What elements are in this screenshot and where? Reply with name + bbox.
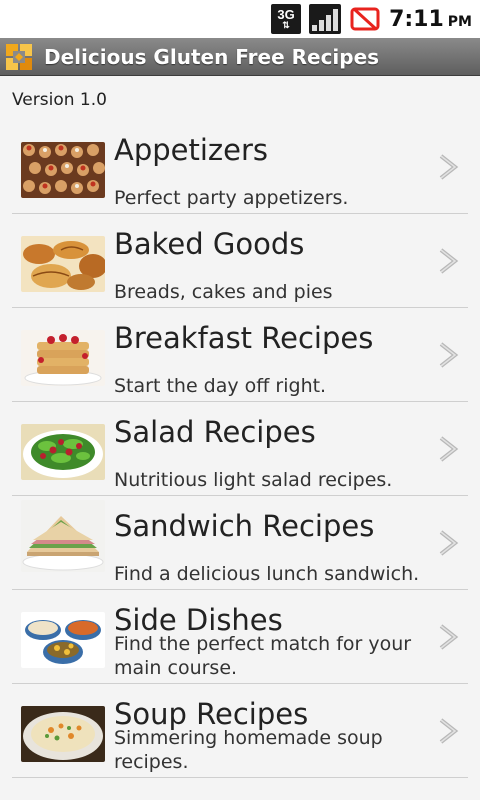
category-title: Baked Goods (114, 227, 305, 261)
category-item-side-dishes[interactable]: Side Dishes Find the perfect match for y… (12, 590, 468, 684)
category-item-appetizers[interactable]: Appetizers Perfect party appetizers. (12, 120, 468, 214)
category-subtitle: Breads, cakes and pies (114, 281, 333, 303)
breakfast-thumbnail (21, 330, 105, 386)
title-bar: Delicious Gluten Free Recipes (0, 38, 480, 76)
sandwich-thumbnail (21, 500, 105, 572)
chevron-right-icon (436, 248, 460, 274)
side-dishes-thumbnail (21, 612, 105, 668)
soup-thumbnail (21, 706, 105, 762)
network-type-label: 3G (277, 6, 295, 22)
category-subtitle: Simmering homemade soup recipes. (114, 727, 383, 773)
status-bar: 3G ⇅ 7:11 PM (0, 0, 480, 38)
category-item-baked-goods[interactable]: Baked Goods Breads, cakes and pies (12, 214, 468, 308)
clock-time: 7:11 (389, 6, 444, 32)
chevron-right-icon (436, 342, 460, 368)
no-sim-icon (349, 6, 381, 32)
category-subtitle: Find a delicious lunch sandwich. (114, 563, 420, 585)
chevron-right-icon (436, 436, 460, 462)
category-subtitle: Nutritious light salad recipes. (114, 469, 393, 491)
category-title: Appetizers (114, 133, 269, 167)
clock: 7:11 PM (389, 7, 472, 32)
app-title: Delicious Gluten Free Recipes (44, 44, 380, 69)
category-title: Sandwich Recipes (114, 509, 375, 543)
category-subtitle: Start the day off right. (114, 375, 327, 397)
category-item-salad-recipes[interactable]: Salad Recipes Nutritious light salad rec… (12, 402, 468, 496)
category-item-breakfast-recipes[interactable]: Breakfast Recipes Start the day off righ… (12, 308, 468, 402)
category-title: Salad Recipes (114, 415, 316, 449)
appetizers-thumbnail (21, 142, 105, 198)
category-list: Appetizers Perfect party appetizers. Bak… (12, 120, 468, 778)
category-subtitle: Find the perfect match for your main cou… (114, 633, 412, 679)
salad-thumbnail (21, 424, 105, 480)
category-title: Breakfast Recipes (114, 321, 374, 355)
chevron-right-icon (436, 154, 460, 180)
baked-goods-thumbnail (21, 236, 105, 292)
network-3g-icon: 3G ⇅ (271, 4, 302, 34)
category-item-soup-recipes[interactable]: Soup Recipes Simmering homemade soup rec… (12, 684, 468, 778)
signal-strength-icon (309, 4, 342, 34)
version-label: Version 1.0 (12, 90, 107, 110)
chevron-right-icon (436, 530, 460, 556)
chevron-right-icon (436, 624, 460, 650)
data-arrows-icon: ⇅ (282, 19, 290, 30)
clock-ampm: PM (447, 13, 472, 30)
chevron-right-icon (436, 718, 460, 744)
app-logo-icon (6, 43, 32, 70)
category-item-sandwich-recipes[interactable]: Sandwich Recipes Find a delicious lunch … (12, 496, 468, 590)
category-subtitle: Perfect party appetizers. (114, 187, 349, 209)
